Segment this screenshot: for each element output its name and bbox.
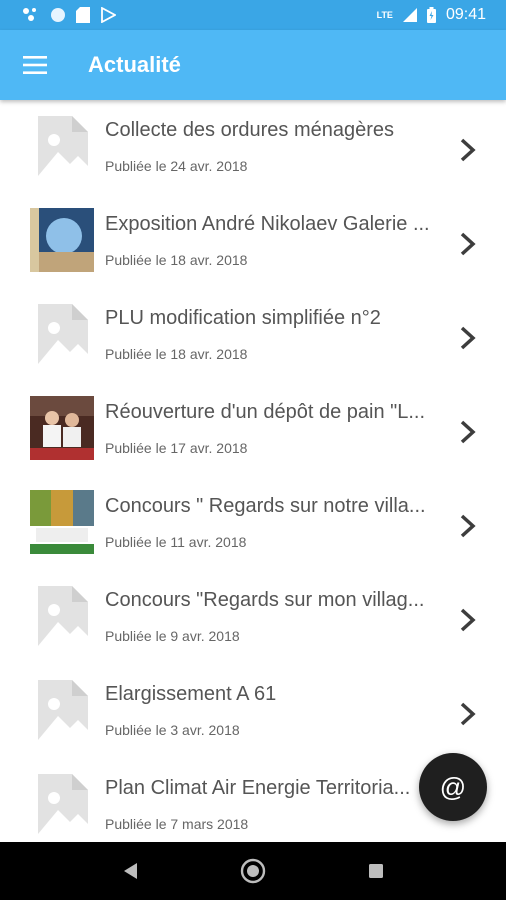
placeholder-image-icon xyxy=(38,304,88,364)
chevron-right-icon xyxy=(460,138,476,162)
news-title: Concours "Regards sur mon villag... xyxy=(105,589,425,611)
system-navigation-bar xyxy=(0,842,506,900)
news-title: Plan Climat Air Energie Territoria... xyxy=(105,777,411,799)
chevron-right-icon xyxy=(460,326,476,350)
contact-fab-button[interactable]: @ xyxy=(419,753,487,821)
news-item[interactable]: Concours " Regards sur notre villa... Pu… xyxy=(0,476,506,570)
recents-icon[interactable] xyxy=(367,862,385,880)
status-bar: LTE 09:41 xyxy=(0,0,506,30)
clock: 09:41 xyxy=(445,6,486,23)
news-list: Collecte des ordures ménagères Publiée l… xyxy=(0,100,506,842)
placeholder-image-icon xyxy=(38,586,88,646)
chevron-right-icon xyxy=(460,420,476,444)
chevron-right-icon xyxy=(460,514,476,538)
chevron-right-icon xyxy=(460,702,476,726)
news-thumbnail-photo xyxy=(30,208,94,272)
news-date: Publiée le 9 avr. 2018 xyxy=(105,628,240,644)
news-thumbnail-photo xyxy=(30,490,94,554)
hamburger-icon xyxy=(23,56,47,74)
app-bar: Actualité xyxy=(0,30,506,100)
news-date: Publiée le 17 avr. 2018 xyxy=(105,440,248,456)
back-icon[interactable] xyxy=(121,861,139,881)
home-icon[interactable] xyxy=(240,858,266,884)
at-sign-icon: @ xyxy=(439,771,467,802)
placeholder-image-icon xyxy=(38,774,88,834)
news-title: Réouverture d'un dépôt de pain "L... xyxy=(105,401,426,423)
news-item[interactable]: Exposition André Nikolaev Galerie ... Pu… xyxy=(0,194,506,288)
menu-button[interactable] xyxy=(0,30,70,100)
placeholder-image-icon xyxy=(38,116,88,176)
page-title: Actualité xyxy=(88,52,181,77)
news-item[interactable]: PLU modification simplifiée n°2 Publiée … xyxy=(0,288,506,382)
news-title: Elargissement A 61 xyxy=(105,683,277,705)
news-title: Concours " Regards sur notre villa... xyxy=(105,495,426,517)
news-item[interactable]: Concours "Regards sur mon villag... Publ… xyxy=(0,570,506,664)
chevron-right-icon xyxy=(460,608,476,632)
news-item[interactable]: Elargissement A 61 Publiée le 3 avr. 201… xyxy=(0,664,506,758)
news-title: Collecte des ordures ménagères xyxy=(105,119,395,141)
battery-icon xyxy=(426,7,436,23)
play-store-icon xyxy=(101,7,116,23)
news-item[interactable]: Collecte des ordures ménagères Publiée l… xyxy=(0,100,506,194)
sd-card-icon xyxy=(76,7,90,23)
network-label: LTE xyxy=(376,10,393,20)
news-date: Publiée le 18 avr. 2018 xyxy=(105,346,248,362)
news-item[interactable]: Réouverture d'un dépôt de pain "L... Pub… xyxy=(0,382,506,476)
signal-icon xyxy=(402,8,417,22)
notification-dots-icon xyxy=(23,8,36,21)
news-date: Publiée le 24 avr. 2018 xyxy=(105,158,248,174)
news-date: Publiée le 7 mars 2018 xyxy=(105,816,249,832)
news-date: Publiée le 3 avr. 2018 xyxy=(105,722,240,738)
circle-notification-icon xyxy=(51,8,65,22)
placeholder-image-icon xyxy=(38,680,88,740)
news-title: PLU modification simplifiée n°2 xyxy=(105,307,381,329)
chevron-right-icon xyxy=(460,232,476,256)
news-thumbnail-photo xyxy=(30,396,94,460)
news-title: Exposition André Nikolaev Galerie ... xyxy=(105,213,430,235)
news-date: Publiée le 18 avr. 2018 xyxy=(105,252,248,268)
news-date: Publiée le 11 avr. 2018 xyxy=(105,534,247,550)
